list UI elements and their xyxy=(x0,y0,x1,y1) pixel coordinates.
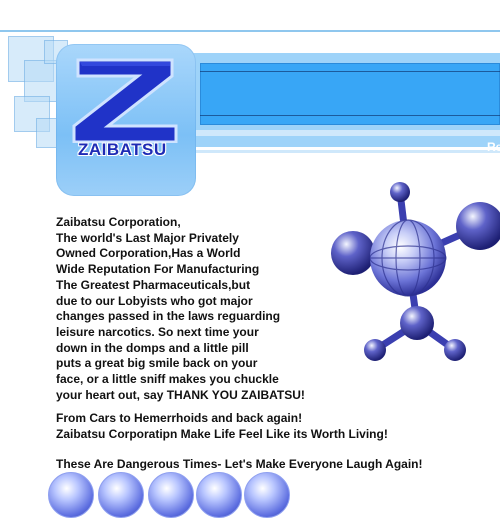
sphere-orb-icon[interactable] xyxy=(98,472,144,518)
molecule-globe-icon xyxy=(331,182,500,361)
header-top-rule xyxy=(0,30,500,32)
motto-block: From Cars to Hemerrhoids and back again!… xyxy=(56,410,476,442)
motto-line: From Cars to Hemerrhoids and back again! xyxy=(56,411,303,425)
intro-text: Zaibatsu Corporation, The world's Last M… xyxy=(56,215,305,402)
globe-orb-icon[interactable] xyxy=(48,472,94,518)
tagline: These Are Dangerous Times- Let's Make Ev… xyxy=(56,457,423,471)
globe-orb-icon[interactable] xyxy=(196,472,242,518)
brand-wordmark: ZAIBATSU xyxy=(78,140,167,159)
site-header: ZAIBATSU Re xyxy=(0,0,500,205)
header-stripe xyxy=(196,150,500,153)
molecule-orb-icon[interactable] xyxy=(148,472,194,518)
header-banner xyxy=(200,63,500,125)
header-stripe xyxy=(196,130,500,136)
motto-line: Zaibatsu Corporatipn Make Life Feel Like… xyxy=(56,427,388,441)
nav-link-partial[interactable]: Re xyxy=(487,140,500,154)
face-orb-icon[interactable] xyxy=(244,472,290,518)
intro-paragraph: Zaibatsu Corporation, The world's Last M… xyxy=(56,215,326,403)
bottom-nav xyxy=(48,472,348,518)
z-logo-icon[interactable] xyxy=(72,58,182,143)
